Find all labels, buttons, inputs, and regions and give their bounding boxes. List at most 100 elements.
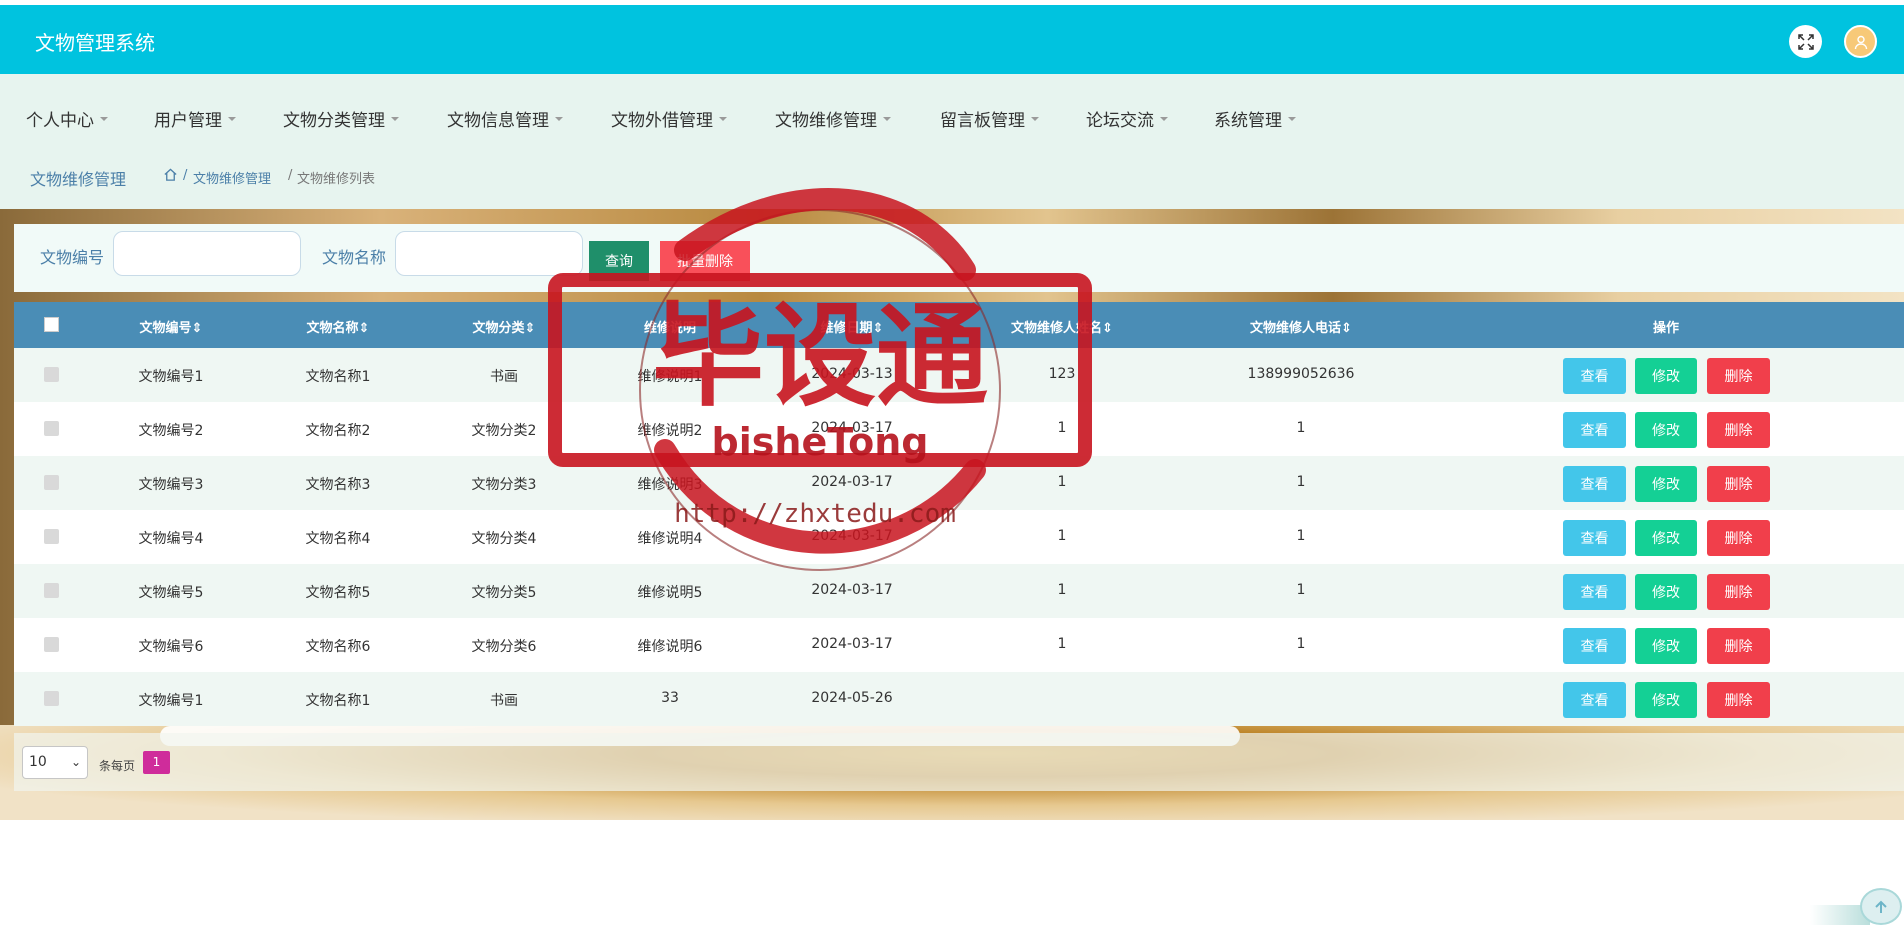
breadcrumb: 文物维修管理 / 文物维修管理 / 文物维修列表 xyxy=(0,144,1904,209)
breadcrumb-separator: / xyxy=(288,168,293,183)
breadcrumb-link[interactable]: 文物维修管理 xyxy=(193,168,271,187)
edit-button[interactable]: 修改 xyxy=(1635,682,1697,718)
edit-button[interactable]: 修改 xyxy=(1635,466,1697,502)
edit-button[interactable]: 修改 xyxy=(1635,628,1697,664)
cell-repairer-name: 1 xyxy=(1057,420,1067,436)
cell-relic-number: 文物编号5 xyxy=(138,585,204,601)
view-button[interactable]: 查看 xyxy=(1563,412,1626,448)
home-icon[interactable] xyxy=(163,167,178,182)
cell-repairer-name: 1 xyxy=(1057,636,1067,652)
view-button[interactable]: 查看 xyxy=(1563,574,1626,610)
bulk-delete-button[interactable]: 批量删除 xyxy=(660,241,750,281)
table-row: 文物编号1 文物名称1 书画 维修说明1 2024-03-13 123 1389… xyxy=(14,348,1904,402)
caret-down-icon xyxy=(883,117,891,121)
cell-repairer-phone: 1 xyxy=(1296,474,1306,490)
avatar[interactable] xyxy=(1844,25,1877,58)
top-bar: 文物管理系统 xyxy=(0,5,1904,74)
cell-repair-date: 2024-03-13 xyxy=(811,366,893,382)
relic-number-input[interactable] xyxy=(113,231,301,276)
cell-relic-number: 文物编号1 xyxy=(138,369,204,385)
breadcrumb-current: 文物维修列表 xyxy=(297,172,376,187)
cell-category: 文物分类3 xyxy=(471,477,537,493)
page-size-select[interactable]: 10 ⌄ xyxy=(22,746,88,779)
caret-down-icon xyxy=(1031,117,1039,121)
view-button[interactable]: 查看 xyxy=(1563,466,1626,502)
table-row: 文物编号2 文物名称2 文物分类2 维修说明2 2024-03-17 1 1 查… xyxy=(14,402,1904,456)
table-row: 文物编号3 文物名称3 文物分类3 维修说明3 2024-03-17 1 1 查… xyxy=(14,456,1904,510)
row-checkbox[interactable] xyxy=(44,691,59,706)
relic-number-label: 文物编号 xyxy=(40,248,105,267)
delete-button[interactable]: 删除 xyxy=(1707,358,1770,394)
sort-icon: ⇕ xyxy=(872,321,884,336)
nav-label: 用户管理 xyxy=(154,111,222,131)
row-checkbox[interactable] xyxy=(44,529,59,544)
column-header-relic-number[interactable]: 文物编号⇕ xyxy=(140,317,203,336)
edit-button[interactable]: 修改 xyxy=(1635,520,1697,556)
caret-down-icon xyxy=(555,117,563,121)
row-checkbox[interactable] xyxy=(44,475,59,490)
nav-item-relic-info-management[interactable]: 文物信息管理 xyxy=(447,106,563,131)
delete-button[interactable]: 删除 xyxy=(1707,628,1770,664)
fullscreen-button[interactable] xyxy=(1789,25,1822,58)
nav-item-forum[interactable]: 论坛交流 xyxy=(1086,106,1168,131)
relic-name-input[interactable] xyxy=(395,231,583,276)
row-checkbox[interactable] xyxy=(44,583,59,598)
app-title: 文物管理系统 xyxy=(35,31,155,55)
breadcrumb-separator: / xyxy=(183,168,188,183)
cell-repair-notes: 维修说明5 xyxy=(637,585,703,601)
column-header-repair-date[interactable]: 维修日期⇕ xyxy=(821,317,884,336)
nav-item-loan-management[interactable]: 文物外借管理 xyxy=(611,106,727,131)
page-number-current[interactable]: 1 xyxy=(143,751,170,774)
select-all-checkbox[interactable] xyxy=(44,317,59,332)
column-header-relic-name[interactable]: 文物名称⇕ xyxy=(307,317,370,336)
nav-item-user-management[interactable]: 用户管理 xyxy=(154,106,236,131)
sort-icon: ⇕ xyxy=(1102,321,1113,336)
cell-repairer-name: 123 xyxy=(1048,366,1076,382)
column-header-repairer-name[interactable]: 文物维修人姓名⇕ xyxy=(1011,317,1113,336)
column-header-actions: 操作 xyxy=(1652,321,1680,336)
column-header-category[interactable]: 文物分类⇕ xyxy=(473,317,536,336)
column-header-repairer-phone[interactable]: 文物维修人电话⇕ xyxy=(1250,317,1352,336)
row-checkbox[interactable] xyxy=(44,637,59,652)
cell-relic-name: 文物名称2 xyxy=(305,423,371,439)
cell-relic-number: 文物编号2 xyxy=(138,423,204,439)
caret-down-icon xyxy=(1160,117,1168,121)
edit-button[interactable]: 修改 xyxy=(1635,358,1697,394)
cell-relic-number: 文物编号1 xyxy=(138,693,204,709)
row-checkbox[interactable] xyxy=(44,367,59,382)
cell-repairer-name: 1 xyxy=(1057,582,1067,598)
view-button[interactable]: 查看 xyxy=(1563,628,1626,664)
nav-label: 系统管理 xyxy=(1214,111,1282,131)
edit-button[interactable]: 修改 xyxy=(1635,412,1697,448)
nav-item-repair-management[interactable]: 文物维修管理 xyxy=(775,106,891,131)
sort-icon: ⇕ xyxy=(1341,321,1352,336)
delete-button[interactable]: 删除 xyxy=(1707,682,1770,718)
view-button[interactable]: 查看 xyxy=(1563,358,1626,394)
cell-relic-name: 文物名称3 xyxy=(305,477,371,493)
arrow-up-icon xyxy=(1875,900,1887,913)
cell-relic-name: 文物名称1 xyxy=(305,369,371,385)
cell-repair-notes: 维修说明1 xyxy=(637,369,703,385)
cell-category: 文物分类5 xyxy=(471,585,537,601)
delete-button[interactable]: 删除 xyxy=(1707,466,1770,502)
delete-button[interactable]: 删除 xyxy=(1707,520,1770,556)
header-label: 维修日期 xyxy=(820,321,873,336)
delete-button[interactable]: 删除 xyxy=(1707,412,1770,448)
back-to-top-button[interactable] xyxy=(1860,888,1902,925)
cell-repairer-name: 1 xyxy=(1057,474,1067,490)
nav-label: 文物分类管理 xyxy=(283,111,385,131)
nav-item-system-management[interactable]: 系统管理 xyxy=(1214,106,1296,131)
row-checkbox[interactable] xyxy=(44,421,59,436)
nav-item-personal-center[interactable]: 个人中心 xyxy=(26,106,108,131)
view-button[interactable]: 查看 xyxy=(1563,520,1626,556)
search-button[interactable]: 查询 xyxy=(589,241,649,281)
view-button[interactable]: 查看 xyxy=(1563,682,1626,718)
edit-button[interactable]: 修改 xyxy=(1635,574,1697,610)
nav-label: 论坛交流 xyxy=(1086,111,1154,131)
cell-category: 文物分类4 xyxy=(471,531,537,547)
delete-button[interactable]: 删除 xyxy=(1707,574,1770,610)
caret-down-icon xyxy=(1288,117,1296,121)
nav-item-category-management[interactable]: 文物分类管理 xyxy=(283,106,399,131)
cell-category: 文物分类2 xyxy=(471,423,537,439)
nav-item-message-board[interactable]: 留言板管理 xyxy=(940,106,1039,131)
